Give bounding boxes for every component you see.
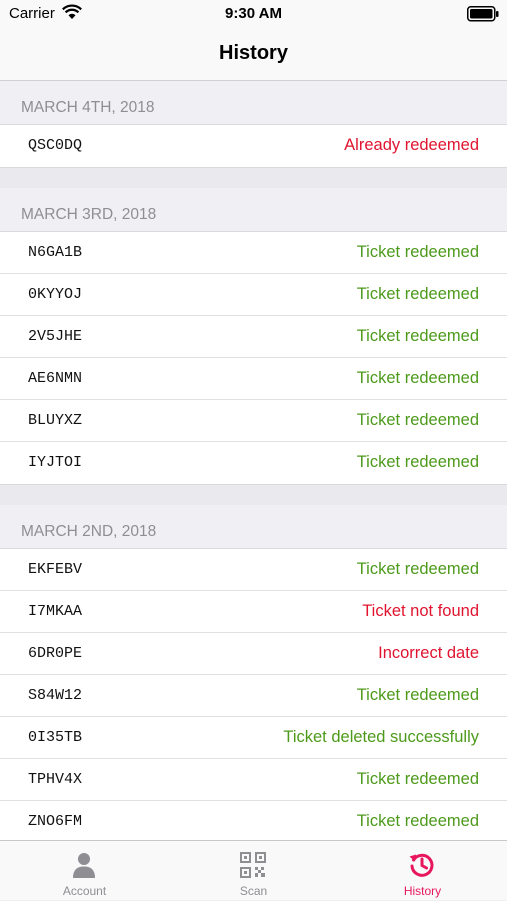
ticket-status: Ticket redeemed [356,411,479,429]
history-row[interactable]: S84W12 Ticket redeemed [0,675,507,717]
history-section: MARCH 4TH, 2018 QSC0DQ Already redeemed [0,81,507,167]
history-row[interactable]: AE6NMN Ticket redeemed [0,358,507,400]
ticket-code: 0I35TB [28,729,83,746]
ticket-code: 6DR0PE [28,645,83,662]
history-row[interactable]: EKFEBV Ticket redeemed [0,549,507,591]
history-row[interactable]: I7MKAA Ticket not found [0,591,507,633]
tab-label: Scan [239,884,268,898]
ticket-code: ZNO6FM [28,813,83,830]
ticket-status: Ticket redeemed [356,243,479,261]
section-date-header: MARCH 3RD, 2018 [0,188,507,232]
ticket-status: Already redeemed [344,136,479,154]
tab-account[interactable]: Account [0,841,169,901]
section-separator [0,167,507,188]
history-section: MARCH 3RD, 2018 N6GA1B Ticket redeemed 0… [0,188,507,484]
qr-code-icon [240,852,266,878]
tab-scan[interactable]: Scan [169,841,338,901]
history-row[interactable]: IYJTOI Ticket redeemed [0,442,507,484]
history-row[interactable]: 0I35TB Ticket deleted successfully [0,717,507,759]
ticket-status: Ticket redeemed [356,285,479,303]
battery-icon [467,6,499,22]
ticket-status: Incorrect date [378,644,479,662]
page-title: History [219,42,288,64]
ticket-code: N6GA1B [28,244,83,261]
ticket-status: Ticket redeemed [356,770,479,788]
navigation-bar: History [0,28,507,81]
ticket-code: I7MKAA [28,603,83,620]
tab-bar: Account Scan History [0,840,507,900]
history-section: MARCH 2ND, 2018 EKFEBV Ticket redeemed I… [0,505,507,840]
section-separator [0,484,507,505]
tab-label: Account [62,884,107,898]
tab-label: History [403,884,442,898]
section-date-header: MARCH 2ND, 2018 [0,505,507,549]
history-row[interactable]: BLUYXZ Ticket redeemed [0,400,507,442]
history-row[interactable]: QSC0DQ Already redeemed [0,125,507,167]
ticket-status: Ticket deleted successfully [283,728,479,746]
ticket-code: 0KYYOJ [28,286,83,303]
history-row[interactable]: 0KYYOJ Ticket redeemed [0,274,507,316]
section-rows: QSC0DQ Already redeemed [0,125,507,167]
tab-history[interactable]: History [338,841,507,901]
ticket-status: Ticket redeemed [356,453,479,471]
ticket-code: S84W12 [28,687,83,704]
history-icon [409,853,434,877]
ticket-status: Ticket redeemed [356,560,479,578]
history-row[interactable]: 2V5JHE Ticket redeemed [0,316,507,358]
ticket-status: Ticket redeemed [356,327,479,345]
ticket-status: Ticket redeemed [356,812,479,830]
person-icon [73,853,95,878]
ticket-status: Ticket redeemed [356,369,479,387]
ticket-code: TPHV4X [28,771,83,788]
section-date-header: MARCH 4TH, 2018 [0,81,507,125]
ticket-code: AE6NMN [28,370,83,387]
history-list[interactable]: MARCH 4TH, 2018 QSC0DQ Already redeemed … [0,81,507,840]
section-rows: N6GA1B Ticket redeemed 0KYYOJ Ticket red… [0,232,507,484]
ticket-code: EKFEBV [28,561,83,578]
history-row[interactable]: TPHV4X Ticket redeemed [0,759,507,801]
section-rows: EKFEBV Ticket redeemed I7MKAA Ticket not… [0,549,507,840]
history-row[interactable]: 6DR0PE Incorrect date [0,633,507,675]
ticket-status: Ticket not found [362,602,479,620]
ticket-code: QSC0DQ [28,137,83,154]
ticket-code: BLUYXZ [28,412,83,429]
ticket-code: IYJTOI [28,454,83,471]
ticket-status: Ticket redeemed [356,686,479,704]
status-bar: Carrier 9:30 AM [0,0,507,28]
history-row[interactable]: ZNO6FM Ticket redeemed [0,801,507,840]
clock: 9:30 AM [225,5,282,22]
history-row[interactable]: N6GA1B Ticket redeemed [0,232,507,274]
ticket-code: 2V5JHE [28,328,83,345]
